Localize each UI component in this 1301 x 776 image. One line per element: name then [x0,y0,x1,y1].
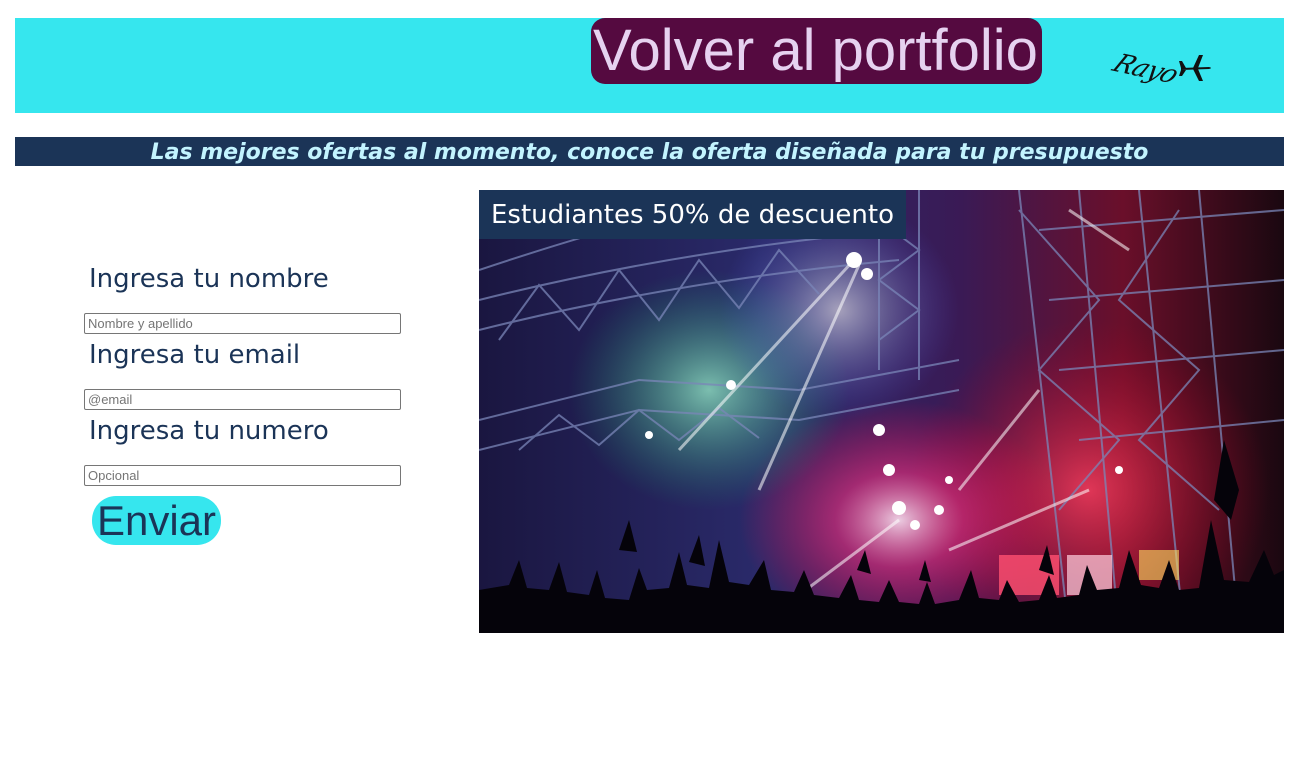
name-label: Ingresa tu nombre [89,264,329,294]
airplane-icon [1179,55,1211,81]
phone-input[interactable] [84,465,401,486]
rayo-logo[interactable]: Rayo [1107,46,1219,90]
email-label: Ingresa tu email [89,340,301,370]
concert-image [479,190,1284,633]
back-to-portfolio-button[interactable]: Volver al portfolio [591,18,1042,84]
logo-text: Rayo [1107,49,1184,90]
promo-card: Estudiantes 50% de descuento [479,190,1284,633]
phone-label: Ingresa tu numero [89,416,329,446]
offers-banner: Las mejores ofertas al momento, conoce l… [15,137,1284,166]
site-header: Volver al portfolio Rayo [15,18,1284,113]
submit-button[interactable]: Enviar [92,496,221,545]
promo-caption: Estudiantes 50% de descuento [479,190,906,239]
name-input[interactable] [84,313,401,334]
email-input[interactable] [84,389,401,410]
